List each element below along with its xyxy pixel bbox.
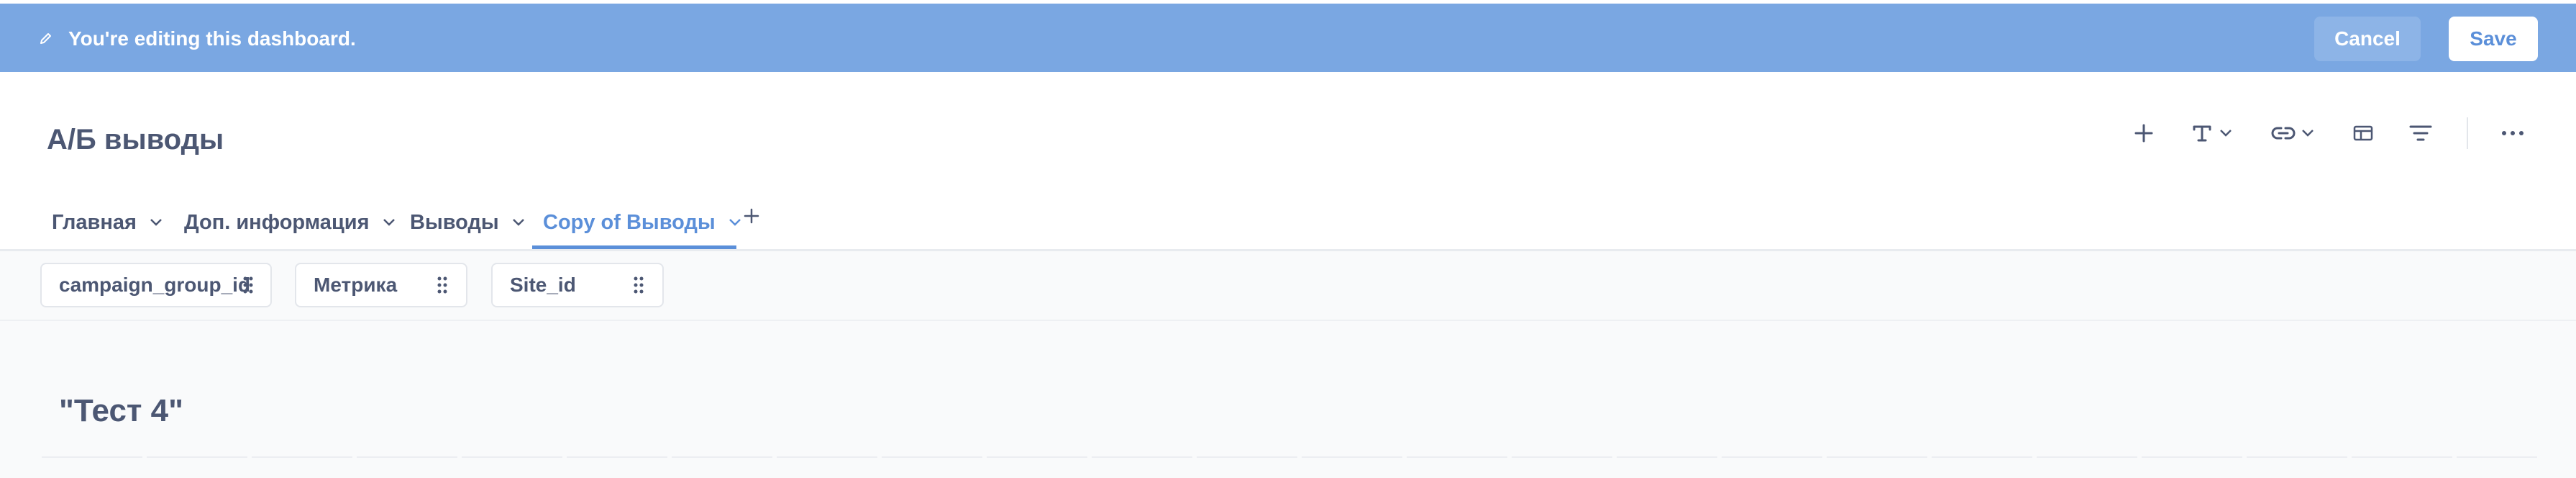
edit-mode-banner: You're editing this dashboard. Cancel Sa… [0, 4, 2576, 72]
tab-extra-info[interactable]: Доп. информация [184, 194, 396, 251]
chevron-down-icon[interactable] [150, 218, 163, 227]
filter-label: Site_id [510, 274, 576, 296]
toolbar-divider [2467, 117, 2468, 149]
link-icon [2271, 127, 2296, 140]
add-card-button[interactable] [2134, 115, 2153, 151]
banner-message: You're editing this dashboard. [68, 27, 356, 50]
chevron-down-icon [2220, 130, 2232, 137]
heading-card-text: "Тест 4" [59, 393, 184, 428]
add-section-button[interactable] [2353, 115, 2373, 151]
tab-label: Главная [52, 210, 137, 234]
add-text-button[interactable] [2192, 115, 2232, 151]
heading-card[interactable] [42, 361, 2537, 458]
add-filter-button[interactable] [2409, 115, 2432, 151]
dashboard-title[interactable]: А/Б выводы [47, 122, 224, 157]
tab-label: Copy of Выводы [543, 210, 716, 234]
more-options-button[interactable] [2501, 115, 2524, 151]
save-button[interactable]: Save [2449, 17, 2538, 61]
tab-main[interactable]: Главная [52, 194, 163, 251]
filter-site-id[interactable]: Site_id [491, 263, 664, 307]
cancel-button[interactable]: Cancel [2314, 17, 2421, 61]
add-icon [2134, 124, 2153, 143]
add-link-button[interactable] [2271, 115, 2314, 151]
chevron-down-icon[interactable] [383, 218, 396, 227]
pencil-icon [40, 33, 51, 44]
dashboard-tabs: Главная Доп. информация Выводы Copy of В… [0, 194, 2576, 251]
grid-guide-line [42, 456, 2537, 458]
filter-metric[interactable]: Метрика [295, 263, 467, 307]
filter-label: campaign_group_id [59, 274, 251, 296]
chevron-down-icon[interactable] [512, 218, 525, 227]
filter-campaign-group-id[interactable]: campaign_group_id [40, 263, 272, 307]
tab-label: Выводы [410, 210, 499, 234]
drag-handle-icon[interactable] [634, 276, 644, 294]
drag-handle-icon[interactable] [437, 276, 447, 294]
filter-icon [2409, 125, 2432, 141]
more-icon [2502, 131, 2524, 135]
tab-conclusions[interactable]: Выводы [410, 194, 525, 251]
tab-label: Доп. информация [184, 210, 370, 234]
chevron-down-icon[interactable] [729, 218, 741, 227]
active-tab-indicator [532, 245, 736, 249]
text-icon [2193, 125, 2211, 142]
add-tab-icon[interactable] [743, 207, 760, 225]
drag-handle-icon[interactable] [243, 276, 253, 294]
chevron-down-icon [2302, 130, 2314, 137]
filter-label: Метрика [314, 274, 398, 296]
section-icon [2353, 125, 2373, 141]
tab-copy-of-conclusions[interactable]: Copy of Выводы [543, 194, 741, 251]
